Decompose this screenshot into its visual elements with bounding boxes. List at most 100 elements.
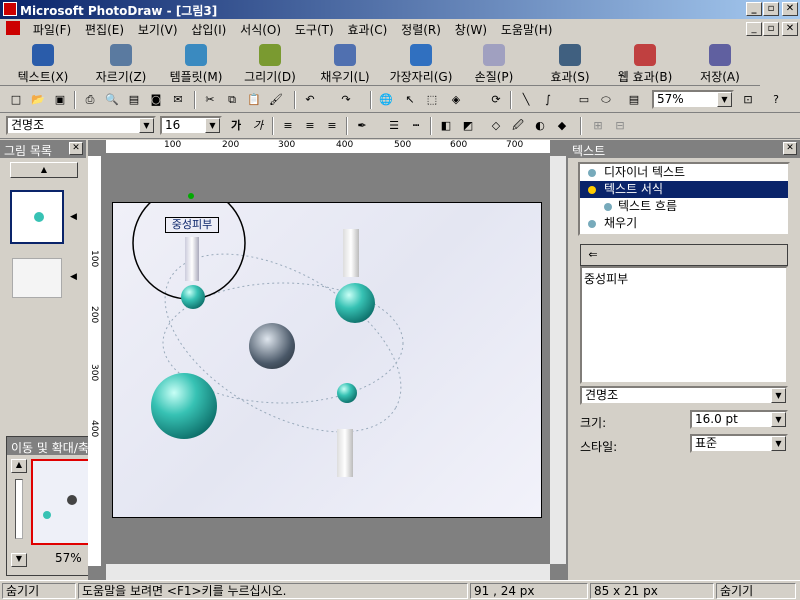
hide-right-button[interactable]: 숨기기 [716, 583, 796, 599]
panel-font-combo[interactable]: 견명조 ▼ [580, 386, 788, 405]
web-effects-button[interactable]: 웹 효과(B) [608, 42, 682, 84]
doc-restore-button[interactable]: ▫ [763, 22, 779, 36]
close-button[interactable]: ✕ [782, 2, 798, 16]
shadow-icon[interactable]: ◧ [436, 116, 456, 136]
rotate-handle[interactable] [188, 193, 194, 199]
menu-format[interactable]: 서식(O) [235, 19, 286, 40]
text-button[interactable]: 텍스트(X) [8, 42, 78, 84]
new-icon[interactable]: □ [6, 90, 26, 110]
ellipse-icon[interactable]: ⬭ [596, 90, 616, 110]
horizontal-scrollbar[interactable] [106, 564, 550, 580]
fill-button[interactable]: 채우기(L) [312, 42, 378, 84]
effects-button[interactable]: 효과(S) [540, 42, 600, 84]
cosmetic-bottle-2[interactable] [337, 429, 353, 477]
doc-minimize-button[interactable]: _ [746, 22, 762, 36]
minimize-button[interactable]: _ [746, 2, 762, 16]
list-item-text-format[interactable]: 텍스트 서식 [580, 181, 788, 198]
menu-help[interactable]: 도움말(H) [496, 19, 558, 40]
thumbnail-1[interactable] [10, 190, 64, 244]
picture-page[interactable]: 중성피부 [112, 193, 542, 518]
print-icon[interactable]: ⎙ [80, 90, 100, 110]
align-left-icon[interactable]: ≡ [278, 116, 298, 136]
menu-edit[interactable]: 편집(E) [80, 19, 129, 40]
vertical-scrollbar[interactable] [550, 156, 566, 564]
save-visual-button[interactable]: 저장(A) [690, 42, 750, 84]
line-icon[interactable]: ╲ [516, 90, 536, 110]
chevron-down-icon[interactable]: ▼ [771, 436, 786, 451]
zoom-in-button[interactable]: ▲ [11, 459, 27, 473]
color-balance-icon[interactable]: ◐ [530, 116, 550, 136]
menu-arrange[interactable]: 정렬(R) [396, 19, 446, 40]
rotate-icon[interactable]: ⟳ [486, 90, 506, 110]
copy-icon[interactable]: ⧉ [222, 90, 242, 110]
save-icon[interactable]: ▣ [50, 90, 70, 110]
group-icon[interactable]: ⊞ [588, 116, 608, 136]
menu-window[interactable]: 창(W) [450, 19, 492, 40]
send-icon[interactable]: ✉ [168, 90, 188, 110]
menu-insert[interactable]: 삽입(I) [186, 19, 231, 40]
italic-button[interactable]: 가 [248, 116, 268, 136]
transparency-icon[interactable]: ◇ [486, 116, 506, 136]
designer-effects-icon[interactable]: ◆ [552, 116, 572, 136]
document-icon[interactable] [6, 21, 20, 35]
dash-style-icon[interactable]: ┅ [406, 116, 426, 136]
line-color-icon[interactable]: ✒ [352, 116, 372, 136]
list-item-text-flow[interactable]: 텍스트 흐름 [580, 198, 788, 215]
sphere-large[interactable] [151, 373, 217, 439]
sphere-small-2[interactable] [337, 383, 357, 403]
maximize-button[interactable]: ▫ [763, 2, 779, 16]
ungroup-icon[interactable]: ⊟ [610, 116, 630, 136]
3d-icon[interactable]: ◩ [458, 116, 478, 136]
chevron-down-icon[interactable]: ▼ [139, 118, 154, 133]
fill-tool-icon[interactable]: ◈ [446, 90, 466, 110]
web-globe-icon[interactable]: 🌐 [376, 90, 396, 110]
chevron-down-icon[interactable]: ▼ [205, 118, 220, 133]
app-icon[interactable] [3, 2, 17, 16]
touchup-button[interactable]: 손질(P) [466, 42, 522, 84]
curve-icon[interactable]: ∫ [538, 90, 558, 110]
thumbnail-arrow-icon[interactable]: ◀ [70, 272, 77, 282]
close-icon[interactable]: ✕ [69, 142, 83, 155]
chevron-down-icon[interactable]: ▼ [771, 412, 786, 427]
spiky-star[interactable] [249, 323, 295, 369]
doc-close-button[interactable]: ✕ [782, 22, 798, 36]
open-icon[interactable]: 📂 [28, 90, 48, 110]
eyedropper-icon[interactable]: 🖉 [508, 116, 528, 136]
crop-button[interactable]: 자르기(Z) [86, 42, 156, 84]
panel-style-combo[interactable]: 표준 ▼ [690, 434, 788, 453]
print-preview-icon[interactable]: 🔍 [102, 90, 122, 110]
text-entry-box[interactable]: 중성피부 [580, 266, 788, 384]
format-painter-icon[interactable]: 🖌 [266, 90, 286, 110]
help-icon[interactable]: ? [766, 90, 786, 110]
align-right-icon[interactable]: ≡ [322, 116, 342, 136]
menu-effects[interactable]: 효과(C) [343, 19, 393, 40]
undo-icon[interactable]: ↶ [300, 90, 320, 110]
edge-button[interactable]: 가장자리(G) [384, 42, 458, 84]
font-combo[interactable]: 견명조 ▼ [6, 116, 156, 135]
sphere-small-1[interactable] [181, 285, 205, 309]
panel-size-combo[interactable]: 16.0 pt ▼ [690, 410, 788, 429]
menu-view[interactable]: 보기(V) [133, 19, 183, 40]
close-icon[interactable]: ✕ [783, 142, 797, 155]
pointer-icon[interactable]: ↖ [400, 90, 420, 110]
scroll-up-button[interactable]: ▲ [10, 162, 78, 178]
text-box-icon[interactable]: ▤ [624, 90, 644, 110]
draw-button[interactable]: 그리기(D) [238, 42, 302, 84]
line-weight-icon[interactable]: ☰ [384, 116, 404, 136]
scan-icon[interactable]: ▤ [124, 90, 144, 110]
cut-icon[interactable]: ✂ [200, 90, 220, 110]
selected-text-object[interactable]: 중성피부 [165, 217, 219, 233]
zoom-combo[interactable]: 57% ▼ [652, 90, 734, 109]
cosmetic-bottle-1[interactable] [343, 229, 359, 277]
zoom-out-button[interactable]: ▼ [11, 553, 27, 567]
menu-tools[interactable]: 도구(T) [290, 19, 339, 40]
bold-button[interactable]: 가 [226, 116, 246, 136]
align-center-icon[interactable]: ≡ [300, 116, 320, 136]
cosmetic-bottle-3[interactable] [185, 237, 199, 281]
redo-icon[interactable]: ↷ [336, 90, 356, 110]
font-size-combo[interactable]: 16 ▼ [160, 116, 222, 135]
thumbnail-2[interactable] [12, 258, 62, 298]
camera-icon[interactable]: ◙ [146, 90, 166, 110]
menu-file[interactable]: 파일(F) [28, 19, 76, 40]
rectangle-icon[interactable]: ▭ [574, 90, 594, 110]
